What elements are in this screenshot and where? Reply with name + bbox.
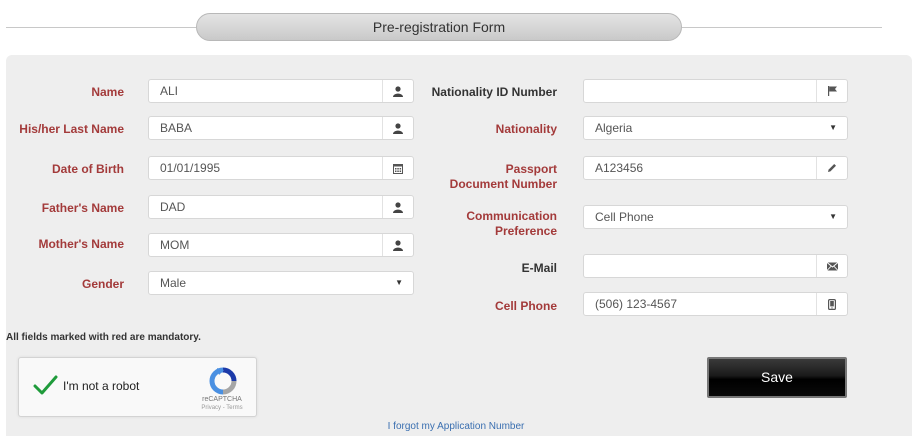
recaptcha-brand: reCAPTCHA bbox=[202, 396, 242, 403]
passport-number-field[interactable]: A123456 bbox=[583, 156, 848, 180]
title-rule-left bbox=[6, 27, 196, 28]
recaptcha-links: Privacy - Terms bbox=[189, 405, 255, 411]
flag-icon bbox=[816, 80, 847, 102]
last-name-field[interactable]: BABA bbox=[148, 116, 414, 140]
date-of-birth-field[interactable]: 01/01/1995 bbox=[148, 156, 414, 180]
communication-preference-label: Communication Preference bbox=[466, 209, 557, 238]
gender-label: Gender bbox=[81, 277, 124, 291]
cell-phone-value: (506) 123-4567 bbox=[595, 297, 678, 311]
pencil-icon bbox=[816, 157, 847, 179]
nationality-id-label: Nationality ID Number bbox=[431, 85, 557, 99]
mandatory-note: All fields marked with red are mandatory… bbox=[6, 332, 201, 343]
nationality-value: Algeria bbox=[595, 121, 633, 135]
passport-number-value: A123456 bbox=[595, 161, 644, 175]
gender-select[interactable]: Male ▼ bbox=[148, 271, 414, 295]
cell-phone-label: Cell Phone bbox=[494, 299, 557, 313]
name-field[interactable]: ALI bbox=[148, 79, 414, 103]
email-label: E-Mail bbox=[521, 261, 557, 275]
chevron-down-icon: ▼ bbox=[829, 123, 837, 132]
terms-link[interactable]: Terms bbox=[226, 405, 242, 411]
mothers-name-label: Mother's Name bbox=[38, 237, 124, 251]
forgot-application-number-link[interactable]: I forgot my Application Number bbox=[0, 421, 912, 432]
chevron-down-icon: ▼ bbox=[395, 278, 403, 287]
cell-phone-field[interactable]: (506) 123-4567 bbox=[583, 292, 848, 316]
calendar-icon[interactable] bbox=[382, 157, 413, 179]
user-icon bbox=[382, 196, 413, 218]
form-title: Pre-registration Form bbox=[196, 13, 682, 41]
recaptcha-widget: I'm not a robot reCAPTCHA Privacy - Term… bbox=[18, 357, 257, 417]
communication-preference-value: Cell Phone bbox=[595, 210, 654, 224]
user-icon bbox=[382, 234, 413, 256]
fathers-name-label: Father's Name bbox=[41, 201, 124, 215]
envelope-icon bbox=[816, 255, 847, 277]
passport-number-label: Passport Document Number bbox=[449, 162, 557, 191]
nationality-select[interactable]: Algeria ▼ bbox=[583, 116, 848, 140]
name-value: ALI bbox=[160, 84, 179, 98]
fathers-name-field[interactable]: DAD bbox=[148, 195, 414, 219]
gender-value: Male bbox=[160, 276, 187, 290]
recaptcha-logo-icon bbox=[209, 367, 237, 395]
chevron-down-icon: ▼ bbox=[829, 212, 837, 221]
last-name-label: His/her Last Name bbox=[19, 122, 124, 136]
date-of-birth-label: Date of Birth bbox=[52, 162, 124, 176]
date-of-birth-value: 01/01/1995 bbox=[160, 161, 221, 175]
communication-preference-select[interactable]: Cell Phone ▼ bbox=[583, 205, 848, 229]
name-label: Name bbox=[91, 85, 124, 99]
user-icon bbox=[382, 80, 413, 102]
mothers-name-value: MOM bbox=[160, 238, 190, 252]
user-icon bbox=[382, 117, 413, 139]
nationality-id-field[interactable] bbox=[583, 79, 848, 103]
save-button[interactable]: Save bbox=[707, 357, 847, 398]
captcha-label: I'm not a robot bbox=[63, 379, 140, 393]
fathers-name-value: DAD bbox=[160, 200, 186, 214]
mobile-phone-icon bbox=[816, 293, 847, 315]
nationality-label: Nationality bbox=[495, 122, 557, 136]
last-name-value: BABA bbox=[160, 121, 193, 135]
mothers-name-field[interactable]: MOM bbox=[148, 233, 414, 257]
privacy-link[interactable]: Privacy bbox=[201, 405, 221, 411]
title-rule-right bbox=[682, 27, 882, 28]
checkmark-icon[interactable] bbox=[32, 372, 58, 398]
email-field[interactable] bbox=[583, 254, 848, 278]
